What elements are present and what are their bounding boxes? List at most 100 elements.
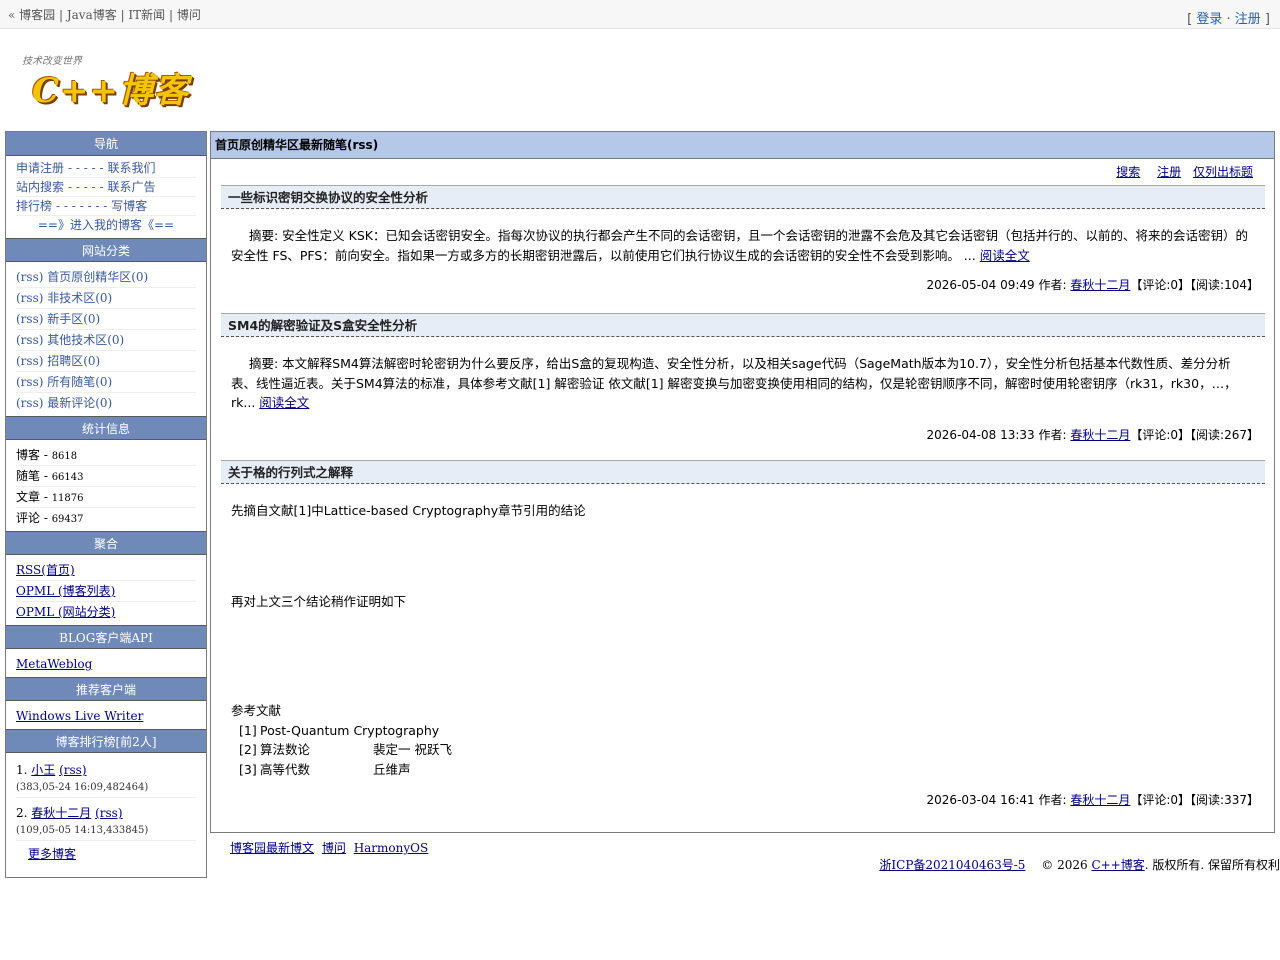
footer-link-latest[interactable]: 博客园最新博文	[230, 841, 314, 855]
nav-contact-us[interactable]: 联系我们	[108, 161, 156, 175]
nav-enter-my-blog[interactable]: ==》进入我的博客《==	[38, 218, 174, 232]
categories-section: (rss) 首页原创精华区(0) (rss) 非技术区(0) (rss) 新手区…	[6, 262, 206, 416]
login-box: [ 登录 · 注册 ]	[1187, 12, 1270, 27]
post-paragraph: 再对上文三个结论稍作证明如下	[231, 593, 407, 609]
post-meta: 2026-05-04 09:49 作者: 春秋十二月【评论:0】【阅读:104】	[926, 278, 1259, 292]
aggregate-item[interactable]: RSS(首页)	[16, 560, 196, 581]
aggregate-item[interactable]: OPML (网站分类)	[16, 602, 196, 623]
rank-rss-link[interactable]: (rss)	[59, 763, 86, 777]
stat-comments: 评论 - 69437	[16, 511, 84, 525]
nav-write-blog[interactable]: 写博客	[111, 199, 147, 213]
read-more-link[interactable]: 阅读全文	[980, 248, 1030, 263]
post-paragraph: 先摘自文献[1]中Lattice-based Cryptography章节引用的…	[231, 503, 586, 518]
rank-blogger-link[interactable]: 春秋十二月	[31, 806, 91, 820]
stat-articles: 文章 - 11876	[16, 487, 196, 508]
author-link[interactable]: 春秋十二月	[1070, 793, 1130, 807]
site-home-link[interactable]: C++博客	[1091, 858, 1144, 872]
rank-blogger-link[interactable]: 小王	[31, 763, 55, 777]
post-item: 一些标识密钥交换协议的安全性分析 摘要: 安全性定义 KSK：已知会话密钥安全。…	[221, 185, 1265, 293]
footer-links: 博客园最新博文 博问 HarmonyOS	[230, 839, 432, 856]
main-panel: 首页原创精华区最新随笔(rss) 搜索 注册 仅列出标题 一些标识密钥交换协议的…	[210, 131, 1275, 833]
post-meta: 2026-04-08 13:33 作者: 春秋十二月【评论:0】【阅读:267】	[926, 427, 1259, 442]
top-bar: « 博客园 | Java博客 | IT新闻 | 博问 [ 登录 · 注册 ]	[0, 0, 1280, 29]
top-links: « 博客园 | Java博客 | IT新闻 | 博问	[8, 8, 201, 22]
figure-placeholder	[231, 521, 1255, 592]
stat-posts: 随笔 - 66143	[16, 466, 196, 487]
rank-more-row: 更多博客	[16, 841, 196, 862]
category-item[interactable]: (rss) 首页原创精华区(0)	[16, 267, 196, 288]
site-logo[interactable]: 技术改变世界 C++博客	[22, 52, 189, 111]
client-section: Windows Live Writer	[6, 701, 206, 729]
refs-list: [1] Post-Quantum Cryptography [2] 算法数论 裴定一 …	[231, 721, 1255, 780]
api-section: MetaWeblog	[6, 649, 206, 677]
register-link-main[interactable]: 注册	[1157, 165, 1181, 179]
footer-link-qa[interactable]: 博问	[322, 841, 346, 855]
post-item: SM4的解密验证及S盒安全性分析 摘要: 本文解释SM4算法解密时轮密钥为什么要…	[221, 313, 1265, 443]
category-item[interactable]: (rss) 所有随笔(0)	[16, 372, 196, 393]
figure-placeholder	[231, 611, 1255, 701]
api-section-title: BLOG客户端API	[6, 625, 206, 649]
nav-row: 站内搜索 - - - - - 联系广告	[16, 178, 196, 197]
post-abstract: 摘要: 安全性定义 KSK：已知会话密钥安全。指每次协议的执行都会产生不同的会话…	[231, 228, 1248, 263]
read-more-link[interactable]: 阅读全文	[259, 395, 309, 410]
main-title: 首页原创精华区最新随笔(rss)	[211, 132, 1274, 159]
top-link-java[interactable]: Java博客	[67, 8, 117, 22]
author-link[interactable]: 春秋十二月	[1070, 428, 1130, 442]
ref-item: [2] 算法数论 裴定一 祝跃飞	[239, 742, 452, 757]
more-blogs-link[interactable]: 更多博客	[28, 847, 76, 861]
site-slogan: 技术改变世界	[22, 56, 82, 67]
category-item[interactable]: (rss) 最新评论(0)	[16, 393, 196, 414]
nav-site-search[interactable]: 站内搜索	[16, 180, 64, 194]
rank-item: 2. 春秋十二月 (rss)	[16, 806, 123, 820]
ref-item: [3] 高等代数 丘维声	[239, 761, 411, 777]
post-title[interactable]: SM4的解密验证及S盒安全性分析	[221, 313, 1265, 337]
post-title[interactable]: 一些标识密钥交换协议的安全性分析	[221, 185, 1265, 209]
nav-section: 申请注册 - - - - - 联系我们 站内搜索 - - - - - 联系广告 排行榜 -…	[6, 156, 206, 238]
rank-section: 1. 小王 (rss) (383,05-24 16:09,482464) 2. …	[6, 753, 206, 864]
aggregate-section: RSS(首页) OPML (博客列表) OPML (网站分类)	[6, 555, 206, 625]
client-section-title: 推荐客户端	[6, 677, 206, 701]
post-title[interactable]: 关于格的行列式之解释	[221, 460, 1265, 484]
footer-link-harmonyos[interactable]: HarmonyOS	[354, 841, 429, 855]
refs-title: 参考文献	[231, 703, 282, 718]
nav-ranking[interactable]: 排行榜	[16, 199, 52, 213]
top-link-cnblogs[interactable]: 博客园	[19, 8, 55, 22]
category-item[interactable]: (rss) 招聘区(0)	[16, 351, 196, 372]
nav-row: 申请注册 - - - - - 联系我们	[16, 159, 196, 178]
stats-section: 博客 - 8618 随笔 - 66143 文章 - 11876 评论 - 694…	[6, 440, 206, 531]
register-link[interactable]: 注册	[1235, 12, 1261, 27]
nav-row: ==》进入我的博客《==	[16, 216, 196, 235]
client-item[interactable]: Windows Live Writer	[16, 706, 196, 727]
search-link[interactable]: 搜索	[1116, 165, 1140, 179]
stat-blogs: 博客 - 8618	[16, 445, 196, 466]
main-toolbar: 搜索 注册 仅列出标题	[1108, 163, 1253, 180]
rank-item-stats: (383,05-24 16:09,482464)	[16, 778, 196, 798]
nav-row: 排行榜 - - - - - - - 写博客	[16, 197, 196, 216]
categories-section-title: 网站分类	[6, 238, 206, 262]
nav-apply-register[interactable]: 申请注册	[16, 161, 64, 175]
stats-section-title: 统计信息	[6, 416, 206, 440]
rank-rss-link[interactable]: (rss)	[95, 806, 122, 820]
rank-item: 1. 小王 (rss)	[16, 763, 87, 777]
rank-section-title: 博客排行榜[前2人]	[6, 729, 206, 753]
category-item[interactable]: (rss) 非技术区(0)	[16, 288, 196, 309]
nav-section-title: 导航	[6, 132, 206, 156]
post-abstract: 摘要: 本文解释SM4算法解密时轮密钥为什么要反序，给出S盒的复现构造、安全性分…	[231, 356, 1237, 410]
top-link-itnews[interactable]: IT新闻	[128, 8, 165, 22]
nav-contact-ads[interactable]: 联系广告	[108, 180, 156, 194]
login-link[interactable]: 登录	[1196, 12, 1222, 27]
post-item: 关于格的行列式之解释 先摘自文献[1]中Lattice-based Crypto…	[221, 460, 1265, 808]
category-item[interactable]: (rss) 新手区(0)	[16, 309, 196, 330]
aggregate-section-title: 聚合	[6, 531, 206, 555]
post-content: 先摘自文献[1]中Lattice-based Cryptography章节引用的…	[221, 484, 1265, 779]
sidebar: 导航 申请注册 - - - - - 联系我们 站内搜索 - - - - - 联系广告 排…	[5, 131, 207, 878]
post-meta: 2026-03-04 16:41 作者: 春秋十二月【评论:0】【阅读:337】	[926, 793, 1259, 807]
icp-link[interactable]: 浙ICP备2021040463号-5	[879, 858, 1025, 872]
author-link[interactable]: 春秋十二月	[1070, 278, 1130, 292]
aggregate-item[interactable]: OPML (博客列表)	[16, 581, 196, 602]
top-link-qa[interactable]: 博问	[177, 8, 201, 22]
api-item[interactable]: MetaWeblog	[16, 654, 196, 675]
logo-text: C++博客	[32, 71, 190, 111]
category-item[interactable]: (rss) 其他技术区(0)	[16, 330, 196, 351]
titles-only-link[interactable]: 仅列出标题	[1193, 165, 1253, 179]
